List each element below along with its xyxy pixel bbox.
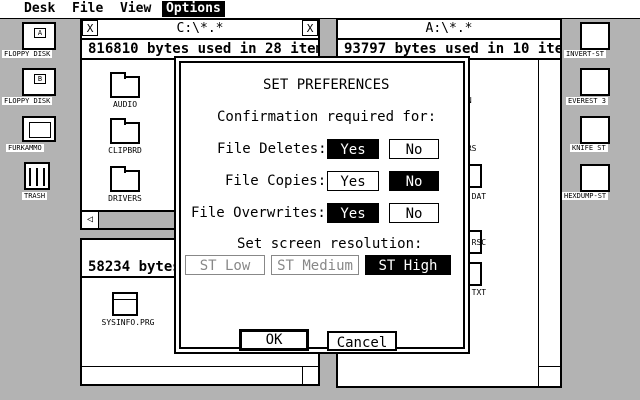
window-a-title: A:\*.* (419, 21, 479, 36)
program-icon-4[interactable] (580, 164, 610, 192)
program-label-4: HEXDUMP-ST (562, 192, 609, 200)
trash-label: TRASH (22, 192, 48, 200)
menu-view[interactable]: View (116, 1, 155, 17)
preferences-dialog: SET PREFERENCES Confirmation required fo… (174, 56, 470, 354)
program-label-1: INVERT-ST (564, 50, 606, 58)
file-copies-yes-button[interactable]: Yes (327, 171, 379, 191)
program-icon-2[interactable] (580, 68, 610, 96)
folder-icon-drivers[interactable] (110, 166, 140, 192)
file-copies-no-button[interactable]: No (389, 171, 439, 191)
file-overwrites-label: File Overwrites: (191, 205, 326, 221)
floppy-disk-a-icon[interactable]: A (22, 22, 56, 50)
monitor-label: FURKAMMO (6, 144, 44, 152)
folder-icon-audio[interactable] (110, 72, 140, 98)
monitor-icon[interactable] (22, 116, 56, 142)
file-deletes-no-button[interactable]: No (389, 139, 439, 159)
program-label-3: KNIFE ST (570, 144, 608, 152)
file-deletes-label: File Deletes: (217, 141, 327, 157)
file-copies-label: File Copies: (225, 173, 327, 189)
file-deletes-yes-button[interactable]: Yes (327, 139, 379, 159)
window-a-scrollbar[interactable] (538, 60, 539, 386)
trash-icon[interactable] (24, 162, 50, 190)
dialog-title: SET PREFERENCES (263, 77, 390, 93)
window-a-size-box[interactable] (538, 366, 560, 367)
resolution-st-medium-button[interactable]: ST Medium (271, 255, 359, 275)
dialog-frame: SET PREFERENCES Confirmation required fo… (179, 61, 465, 351)
folder-icon-clipbrd[interactable] (110, 118, 140, 144)
menu-bar: Desk File View Options (0, 0, 640, 19)
file-overwrites-no-button[interactable]: No (389, 203, 439, 223)
resolution-st-low-button[interactable]: ST Low (185, 255, 265, 275)
menu-desk[interactable]: Desk (20, 1, 59, 17)
folder-label-clipbrd[interactable]: CLIPBRD (90, 146, 160, 155)
window-3-hscroll[interactable] (82, 366, 318, 367)
resolution-heading: Set screen resolution: (237, 236, 423, 252)
window-c-title: C:\*.* (170, 21, 230, 36)
window-a-titlebar[interactable]: A:\*.* (338, 20, 560, 40)
scroll-left-arrow-icon[interactable]: ◁ (82, 212, 99, 228)
confirmation-heading: Confirmation required for: (217, 109, 437, 125)
file-overwrites-yes-button[interactable]: Yes (327, 203, 379, 223)
sysinfo-label[interactable]: SYSINFO.PRG (78, 318, 178, 327)
menu-options[interactable]: Options (162, 1, 225, 17)
menu-file[interactable]: File (68, 1, 107, 17)
window-close-box[interactable]: X (82, 20, 98, 36)
floppy-disk-b-icon[interactable]: B (22, 68, 56, 96)
folder-label-audio[interactable]: AUDIO (90, 100, 160, 109)
window-3-size-box[interactable] (302, 366, 303, 384)
program-file-icon[interactable] (112, 292, 138, 316)
cancel-button[interactable]: Cancel (327, 331, 397, 351)
window-c-titlebar[interactable]: C:\*.* (82, 20, 318, 40)
ok-button[interactable]: OK (239, 329, 309, 351)
program-icon-3[interactable] (580, 116, 610, 144)
program-icon-1[interactable] (580, 22, 610, 50)
floppy-disk-b-label: FLOPPY DISK (2, 97, 53, 105)
floppy-disk-a-label: FLOPPY DISK (2, 50, 53, 58)
program-label-2: EVEREST 3 (566, 97, 608, 105)
resolution-st-high-button[interactable]: ST High (365, 255, 451, 275)
window-full-box[interactable]: X (302, 20, 318, 36)
folder-label-drivers[interactable]: DRIVERS (90, 194, 160, 203)
